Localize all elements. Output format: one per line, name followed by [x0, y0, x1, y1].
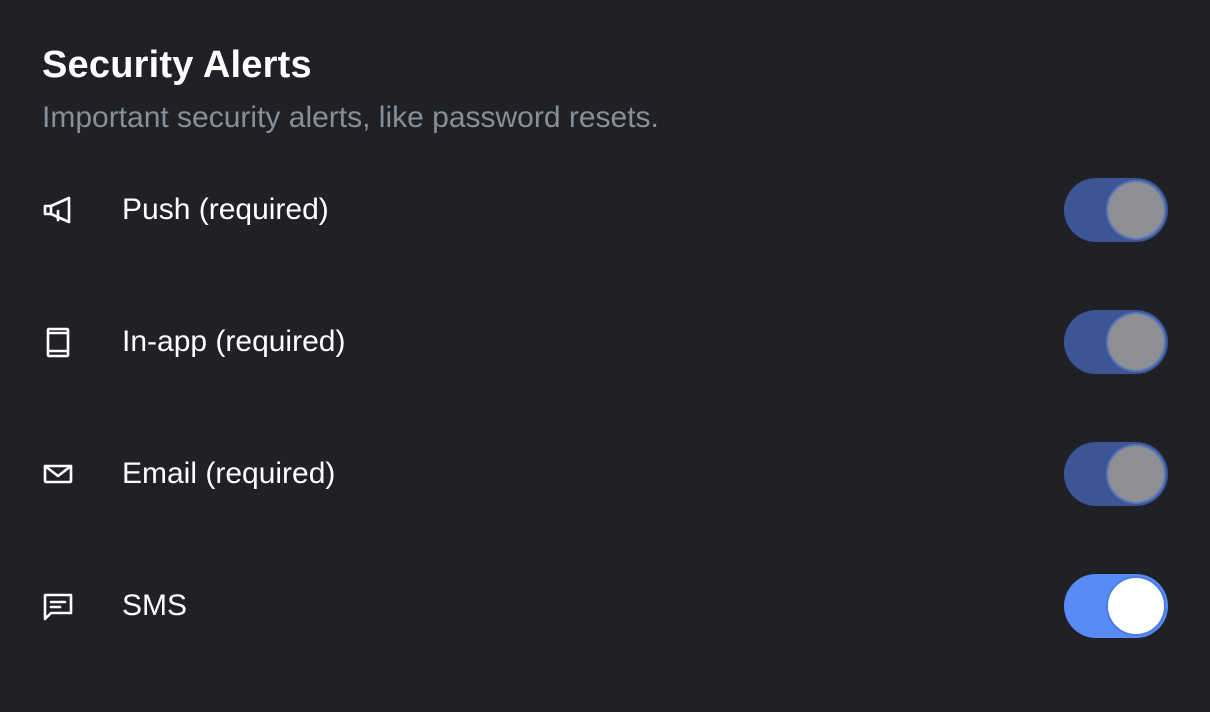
section-title: Security Alerts	[42, 44, 312, 86]
channel-label: Push (required)	[122, 193, 329, 226]
security-alerts-panel: Security Alerts Important security alert…	[0, 0, 1210, 712]
toggle-knob	[1106, 576, 1166, 636]
in-app-toggle[interactable]	[1064, 310, 1168, 374]
section-subtitle: Important security alerts, like password…	[42, 101, 659, 134]
channel-row-sms: SMS	[0, 574, 1210, 638]
sms-toggle[interactable]	[1064, 574, 1168, 638]
megaphone-icon	[40, 192, 76, 228]
toggle-knob	[1106, 180, 1166, 240]
channel-label: In-app (required)	[122, 325, 346, 358]
mail-icon	[40, 456, 76, 492]
channel-label: SMS	[122, 589, 188, 622]
channel-row-in-app: In-app (required)	[0, 310, 1210, 374]
toggle-knob	[1106, 312, 1166, 372]
push-toggle[interactable]	[1064, 178, 1168, 242]
channel-row-email: Email (required)	[0, 442, 1210, 506]
message-icon	[40, 588, 76, 624]
toggle-knob	[1106, 444, 1166, 504]
channel-row-push: Push (required)	[0, 178, 1210, 242]
email-toggle[interactable]	[1064, 442, 1168, 506]
phone-icon	[40, 324, 76, 360]
channel-label: Email (required)	[122, 457, 336, 490]
